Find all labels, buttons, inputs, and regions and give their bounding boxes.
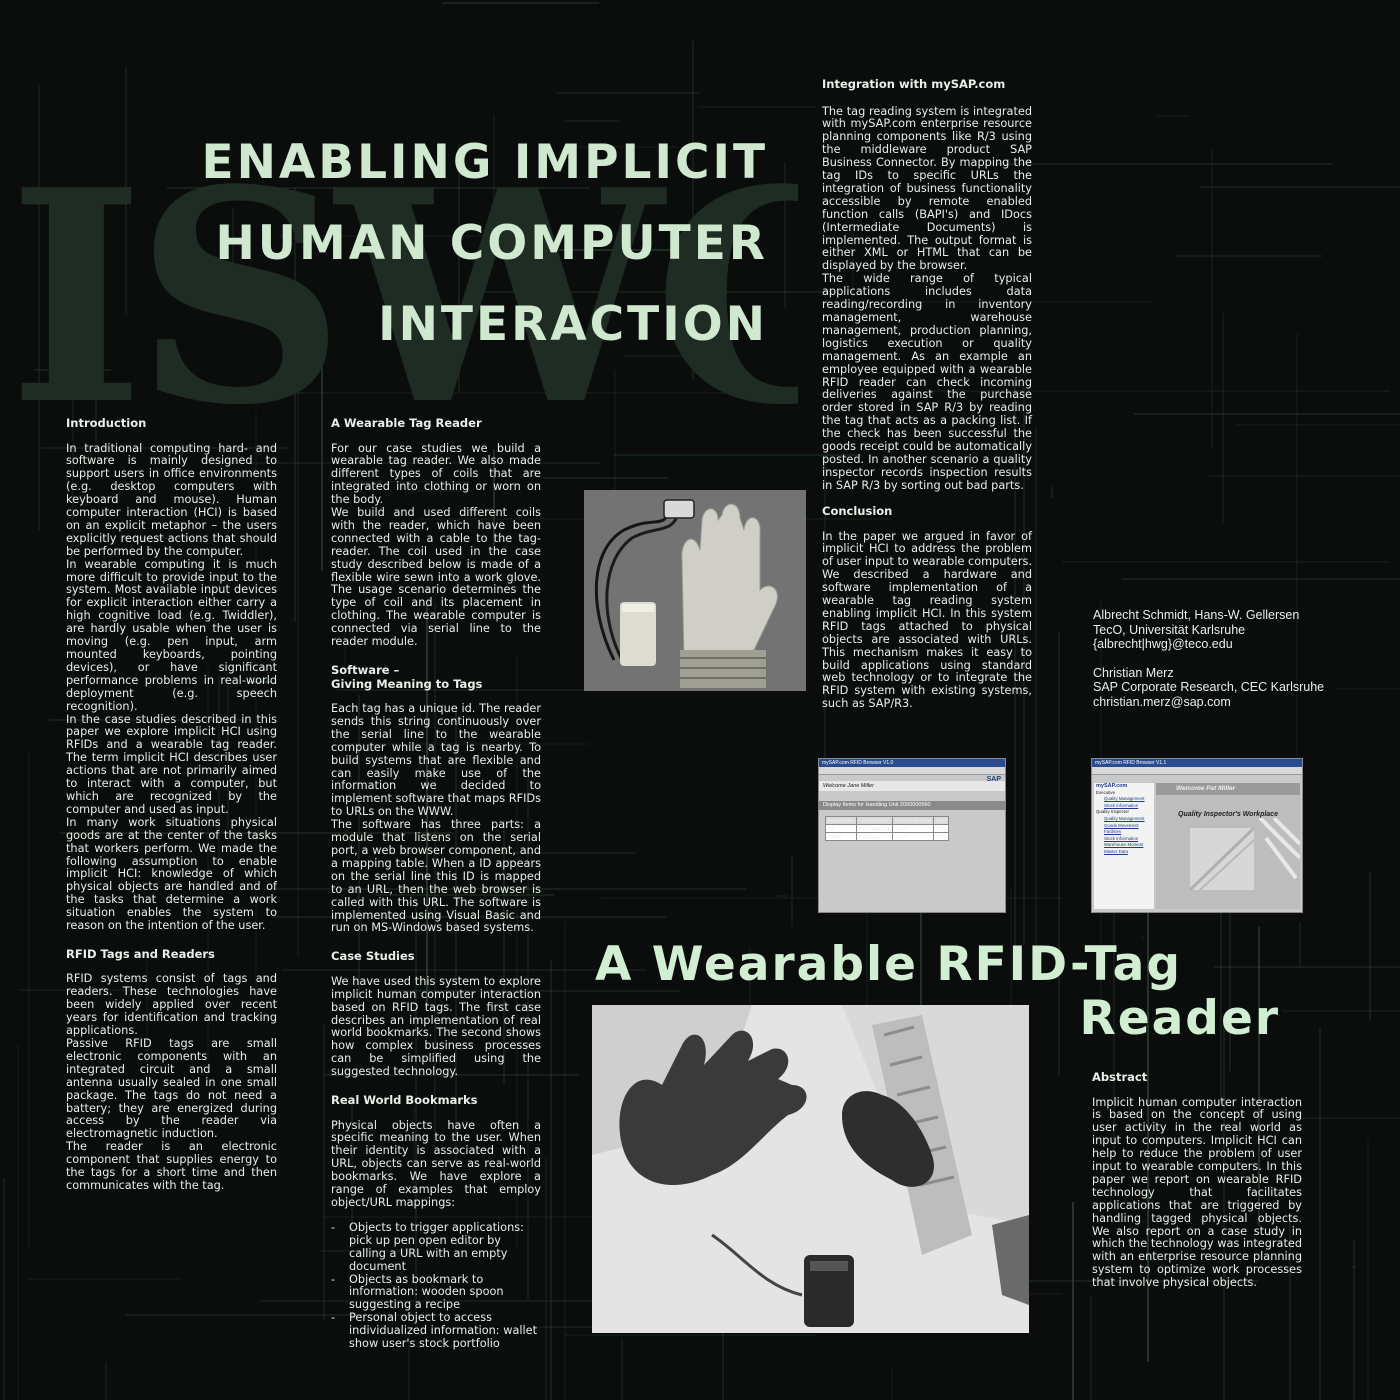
table-cell: B4 (824, 824, 858, 833)
intro-paragraph-3: In the case studies described in this pa… (66, 712, 277, 816)
tree-item: Master Data (1104, 848, 1128, 854)
intro-paragraph-4: In many work situations physical goods a… (66, 815, 277, 933)
subtitle-line-1: A Wearable RFID-Tag (595, 937, 1183, 992)
table-cell: 10.000 (892, 824, 935, 833)
abstract-section: Abstract Implicit human computer interac… (1092, 1070, 1302, 1290)
tree-item: Quality Management (1104, 796, 1145, 802)
tree-item: Quality Inspector (1096, 809, 1129, 815)
intro-paragraph-1: In traditional computing hard- and softw… (66, 441, 277, 558)
tree-item: Quality Management (1104, 815, 1145, 821)
navigation-tree: mySAP.com Executive Quality Management S… (1094, 783, 1154, 909)
welcome-banner: Welcome Pat Miller (1156, 783, 1300, 795)
toolbar (1092, 767, 1302, 775)
list-item: Objects as bookmark to information: wood… (331, 1273, 541, 1313)
author-name-2: Christian Merz (1093, 665, 1174, 680)
toolbar (819, 767, 1005, 775)
welcome-banner: Welcome Jane Miller (819, 781, 1005, 791)
window-titlebar: mySAP.com RFID Browser V1.1 (1092, 759, 1302, 767)
tree-item: Stock Information (1104, 835, 1139, 841)
reader-paragraph-2: We build and used different coils with t… (331, 506, 541, 649)
items-table: Material No. Description Packed Quantity… (824, 816, 949, 841)
author-email-2: christian.merz@sap.com (1093, 694, 1231, 709)
hands-with-glove-photo (592, 1005, 1029, 1333)
reader-paragraph-1: For our case studies we build a wearable… (331, 441, 541, 507)
tree-item: Warehouse Moment (1104, 842, 1144, 848)
sap-paragraph-2: The wide range of typical applications i… (822, 272, 1032, 492)
author-affiliation-2: SAP Corporate Research, CEC Karlsruhe (1093, 680, 1325, 694)
sap-logo: SAP (986, 776, 1001, 783)
software-paragraph-2: The software has three parts: a module t… (331, 818, 541, 935)
column-3: Integration with mySAP.com The tag readi… (822, 77, 1032, 493)
brand-label: mySAP.com (1096, 783, 1128, 789)
column-1: Introduction In traditional computing ha… (66, 416, 277, 1193)
table-cell: Keyboard (856, 832, 894, 841)
workplace-image (1188, 816, 1302, 892)
window-titlebar: mySAP.com RFID Browser V1.0 (819, 759, 1005, 767)
table-row: LB584 Keyboard 10.000 PCE (824, 832, 949, 841)
tree-item: Goods Movement (1104, 822, 1139, 828)
wearable-reader-heading: A Wearable Tag Reader (331, 416, 482, 430)
list-item: Personal object to access individualized… (331, 1311, 541, 1351)
sap-paragraph-1: The tag reading system is integrated wit… (822, 104, 1032, 273)
case-studies-heading: Case Studies (331, 949, 415, 964)
table-row: B4 Intel Startup Kit 10.000 PCE (824, 824, 949, 833)
introduction-heading: Introduction (66, 416, 147, 430)
author-affiliation-1: TecO, Universität Karlsruhe (1093, 622, 1246, 637)
abstract-heading: Abstract (1092, 1070, 1148, 1084)
column-header: Material No. (824, 816, 858, 825)
table-cell: PCE (933, 832, 949, 841)
tree-item: Executive (1096, 789, 1116, 795)
conclusion-section: Conclusion In the paper we argued in fav… (822, 504, 1032, 711)
software-paragraph-1: Each tag has a unique id. The reader sen… (331, 702, 542, 819)
author-email-1: {albrecht|hwg}@teco.edu (1093, 637, 1233, 651)
intro-paragraph-2: In wearable computing it is much more di… (66, 557, 277, 713)
abstract-paragraph: Implicit human computer interaction is b… (1092, 1095, 1302, 1290)
column-header: Unit (933, 816, 949, 825)
title-line-1: ENABLING IMPLICIT (201, 135, 768, 190)
tree-item: Facilities (1104, 829, 1122, 835)
sap-integration-heading: Integration with mySAP.com (822, 77, 1006, 91)
rfid-paragraph-3: The reader is an electronic component th… (66, 1140, 277, 1192)
workplace-title: Quality Inspector's Workplace (1178, 811, 1278, 818)
conclusion-paragraph: In the paper we argued in favor of impli… (822, 529, 1032, 711)
column-header: Packed Quantity (892, 816, 935, 825)
tree-item: Stock Information (1104, 802, 1139, 808)
title-line-3: INTERACTION (378, 297, 768, 352)
column-2: A Wearable Tag Reader For our case studi… (331, 416, 542, 1351)
bookmarks-paragraph: Physical objects have often a specific m… (331, 1118, 541, 1209)
workplace-panel: Welcome Pat Miller Quality Inspector's W… (1156, 783, 1302, 909)
table-cell: PCE (933, 824, 949, 833)
handling-unit-header: Display Items for Handling Unit 20000005… (819, 801, 1005, 810)
author-block: Albrecht Schmidt, Hans-W. Gellersen TecO… (1093, 608, 1393, 723)
rfid-paragraph-1: RFID systems consist of tags and readers… (66, 972, 277, 1038)
rfid-browser-screenshot-2: mySAP.com RFID Browser V1.1 mySAP.com Ex… (1091, 758, 1303, 913)
software-heading-line-2: Giving Meaning to Tags (331, 676, 483, 691)
title-line-2: HUMAN COMPUTER (215, 216, 768, 271)
bookmark-examples-list: Objects to trigger applications: pick up… (331, 1221, 541, 1351)
rfid-browser-screenshot-1: mySAP.com RFID Browser V1.0 SAP Welcome … (818, 758, 1006, 913)
software-heading: Software – Giving Meaning to Tags (331, 663, 541, 691)
software-heading-line-1: Software – (331, 663, 400, 677)
table-cell: LB584 (824, 832, 858, 841)
table-cell: Intel Startup Kit (856, 824, 894, 833)
table-cell: 10.000 (892, 832, 935, 841)
column-header: Description (856, 816, 894, 825)
list-item: Objects to trigger applications: pick up… (331, 1221, 541, 1274)
glove-reader-photo (584, 490, 806, 691)
case-studies-paragraph: We have used this system to explore impl… (331, 974, 541, 1079)
conclusion-heading: Conclusion (822, 504, 893, 518)
author-names-1: Albrecht Schmidt, Hans-W. Gellersen (1093, 608, 1300, 622)
poster-title: ENABLING IMPLICIT HUMAN COMPUTER INTERAC… (120, 122, 768, 365)
rfid-paragraph-2: Passive RFID tags are small electronic c… (66, 1036, 277, 1141)
rfid-heading: RFID Tags and Readers (66, 946, 215, 961)
bookmarks-heading: Real World Bookmarks (331, 1093, 478, 1108)
